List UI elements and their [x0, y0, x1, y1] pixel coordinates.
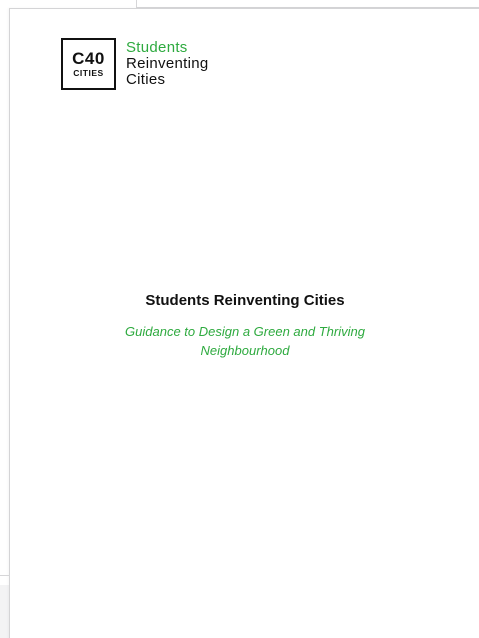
- c40-students-reinventing-cities-logo: C40 CITIES Students Reinventing Cities: [61, 38, 209, 90]
- document-viewer: e t b C40 CITIES Students Reinventing Ci…: [0, 0, 479, 638]
- page-edge-strip: [136, 0, 479, 8]
- document-page[interactable]: C40 CITIES Students Reinventing Cities S…: [9, 8, 479, 638]
- document-subtitle: Guidance to Design a Green and Thriving …: [125, 324, 365, 358]
- logo-c40-text: C40: [72, 49, 105, 69]
- logo-line-reinventing: Reinventing: [126, 55, 209, 73]
- logo-cities-text: CITIES: [73, 68, 104, 79]
- logo-wordmark: Students Reinventing Cities: [126, 40, 209, 87]
- logo-line-cities: Cities: [126, 70, 166, 88]
- page-divider: [0, 575, 10, 576]
- c40-cities-logo-box: C40 CITIES: [61, 38, 116, 90]
- document-title: Students Reinventing Cities: [145, 292, 345, 309]
- logo-line-students: Students: [126, 39, 188, 57]
